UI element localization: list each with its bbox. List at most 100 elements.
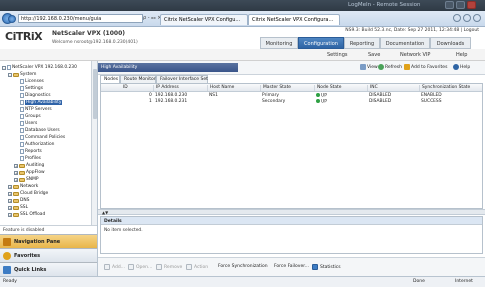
tree-item-diagnostics[interactable]: Diagnostics [20, 92, 50, 99]
column-inc[interactable]: INC [367, 85, 378, 91]
view-button[interactable]: View [360, 64, 378, 70]
citrix-logo: CiTRiX [5, 30, 43, 43]
tab-downloads[interactable]: Downloads [430, 37, 471, 49]
tree-system[interactable]: - System [8, 71, 36, 78]
expand-icon[interactable]: + [8, 212, 12, 217]
tab-route-monitors[interactable]: Route Monitors [120, 75, 158, 83]
page-icon [20, 93, 24, 98]
collapse-icon[interactable]: - [2, 65, 6, 70]
open-icon [128, 264, 134, 270]
build-info[interactable]: NS9.3: Build 52.3.nc, Date: Sep 27 2011,… [345, 28, 479, 33]
tree-item-groups[interactable]: Groups [20, 113, 41, 120]
tree-item-ntp-servers[interactable]: NTP Servers [20, 106, 52, 113]
browser-tab-1[interactable]: Citrix NetScaler VPX Configu... [160, 14, 248, 25]
appliance-icon [7, 65, 11, 70]
help-link[interactable]: Help [456, 52, 467, 58]
tree-folder-network[interactable]: + Network [8, 183, 38, 190]
column-host-name[interactable]: Host Name [207, 85, 234, 91]
folder-icon [13, 191, 19, 196]
status-zone: Internet [455, 279, 473, 284]
star-icon[interactable] [463, 14, 471, 22]
minimize-icon[interactable] [445, 1, 454, 9]
tree-item-high-availability[interactable]: High Availability [20, 99, 63, 106]
page-icon [20, 128, 24, 133]
panel-title: High Availability [98, 63, 238, 72]
save-link[interactable]: Save [368, 52, 380, 58]
pane-splitter[interactable]: ▲▼ [98, 209, 485, 215]
page-icon [20, 121, 24, 126]
tab-nodes[interactable]: Nodes [100, 75, 120, 83]
add-favorites-button[interactable]: Add to Favorites [404, 64, 447, 70]
tree-folder-auditing[interactable]: + Auditing [14, 162, 44, 169]
tree-item-reports[interactable]: Reports [20, 148, 42, 155]
table-row[interactable]: 1 192.168.0.231 Secondary UP DISABLED SU… [101, 99, 482, 105]
settings-link[interactable]: Settings [327, 52, 348, 58]
tree-folder-dns[interactable]: + DNS [8, 197, 29, 204]
expand-icon[interactable]: + [14, 163, 18, 168]
tab-reporting[interactable]: Reporting [344, 37, 380, 49]
tree-scrollbar[interactable] [91, 61, 97, 225]
column-node-state[interactable]: Node State [314, 85, 341, 91]
add-button[interactable]: Add... [104, 264, 125, 270]
tree-folder-ssl[interactable]: + SSL [8, 204, 28, 211]
panel-help-button[interactable]: Help [453, 64, 470, 70]
expand-icon[interactable]: + [8, 184, 12, 189]
close-icon[interactable] [467, 1, 476, 9]
network-vip-link[interactable]: Network VIP [400, 52, 430, 58]
force-failover-button[interactable]: Force Failover... [274, 264, 309, 269]
tree-item-users[interactable]: Users [20, 120, 37, 127]
expand-icon[interactable]: + [14, 177, 18, 182]
tree-folder-cloud-bridge[interactable]: + Cloud Bridge [8, 190, 48, 197]
details-empty-text: No item selected. [104, 228, 143, 233]
welcome-text: Welcome nsroot@192.168.0.230(401) [52, 40, 138, 45]
tab-configuration[interactable]: Configuration [298, 37, 344, 49]
tab-failover-interface-set[interactable]: Failover Interface Set [156, 75, 208, 83]
column-sync-state[interactable]: Synchronization State [419, 85, 470, 91]
browser-tab-2[interactable]: Citrix NetScaler VPX Configura... [248, 14, 340, 25]
gear-icon[interactable] [473, 14, 481, 22]
tree-item-authorization[interactable]: Authorization [20, 141, 54, 148]
column-ip-address[interactable]: IP Address [153, 85, 179, 91]
status-up-icon [316, 93, 320, 97]
tab-documentation[interactable]: Documentation [380, 37, 430, 49]
app-header: CiTRiX NetScaler VPX (1000) Welcome nsro… [0, 27, 485, 49]
folder-icon [13, 205, 19, 210]
home-icon[interactable] [453, 14, 461, 22]
favorites-button[interactable]: Favorites [0, 248, 97, 262]
navigation-pane-button[interactable]: Navigation Pane [0, 234, 97, 248]
expand-icon[interactable]: + [8, 198, 12, 203]
tree-folder-appflow[interactable]: + AppFlow [14, 169, 45, 176]
remove-button[interactable]: Remove [156, 264, 182, 270]
quick-links-button[interactable]: Quick Links [0, 262, 97, 276]
tree-root[interactable]: - NetScaler VPX 192.168.0.230 [2, 64, 77, 71]
maximize-icon[interactable] [456, 1, 465, 9]
expand-icon[interactable]: + [8, 191, 12, 196]
address-actions[interactable]: ρ - ⫗ × [143, 15, 161, 21]
expand-icon[interactable]: + [14, 170, 18, 175]
column-master-state[interactable]: Master State [260, 85, 291, 91]
statistics-button[interactable]: Statistics [312, 264, 341, 270]
main-panel: High Availability View Refresh Add to Fa… [98, 61, 485, 276]
force-sync-button[interactable]: Force Synchronization [218, 264, 268, 269]
tree-item-licenses[interactable]: Licenses [20, 78, 44, 85]
collapse-icon[interactable]: - [8, 72, 12, 77]
column-id[interactable]: ID [121, 85, 128, 91]
page-icon [20, 107, 24, 112]
action-button[interactable]: Action [186, 264, 208, 270]
tree-item-command-policies[interactable]: Command Policies [20, 134, 65, 141]
status-bar: Ready Done Internet [0, 276, 485, 287]
panel-header: High Availability View Refresh Add to Fa… [98, 61, 485, 75]
expand-icon[interactable]: + [8, 205, 12, 210]
address-bar[interactable]: http://192.168.0.230/menu/guia [18, 14, 143, 23]
tree-item-database-users[interactable]: Database Users [20, 127, 60, 134]
tree-item-settings[interactable]: Settings [20, 85, 43, 92]
scrollbar-thumb[interactable] [93, 69, 97, 119]
open-button[interactable]: Open... [128, 264, 152, 270]
tree-folder-snmp[interactable]: + SNMP [14, 176, 39, 183]
remote-session-title: LogMeIn - Remote Session [348, 2, 421, 8]
tree-folder-ssl-offload[interactable]: + SSL Offload [8, 211, 45, 218]
refresh-button[interactable]: Refresh [378, 64, 402, 70]
tree-item-profiles[interactable]: Profiles [20, 155, 41, 162]
tab-monitoring[interactable]: Monitoring [260, 37, 298, 49]
forward-icon[interactable] [8, 15, 16, 23]
